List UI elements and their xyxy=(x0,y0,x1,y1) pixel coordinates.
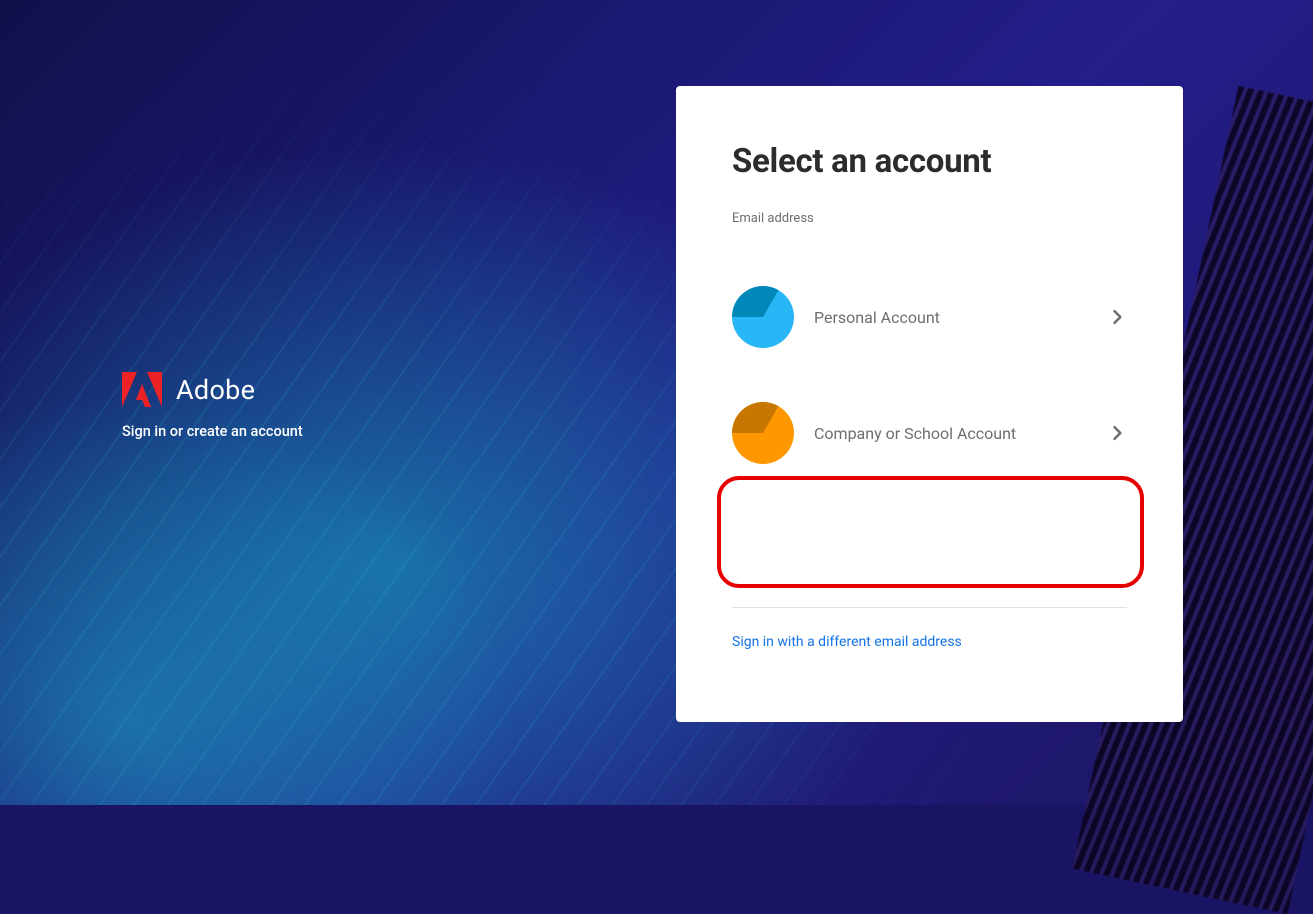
brand-name: Adobe xyxy=(176,374,255,406)
personal-account-icon xyxy=(732,286,794,348)
option-label: Company or School Account xyxy=(814,424,1087,443)
option-label: Personal Account xyxy=(814,308,1087,327)
option-personal-account[interactable]: Personal Account xyxy=(732,284,1127,350)
option-company-school-account[interactable]: Company or School Account xyxy=(732,400,1127,466)
card-title: Select an account xyxy=(732,142,1127,181)
account-options: Personal Account Company or School Accou… xyxy=(732,284,1127,466)
brand-tagline: Sign in or create an account xyxy=(122,423,303,440)
company-school-account-icon xyxy=(732,402,794,464)
chevron-right-icon xyxy=(1107,423,1127,443)
account-select-card: Select an account Email address Personal… xyxy=(676,86,1183,722)
different-email-link[interactable]: Sign in with a different email address xyxy=(732,634,1127,650)
chevron-right-icon xyxy=(1107,307,1127,327)
brand-row: Adobe xyxy=(122,372,303,407)
adobe-logo-icon xyxy=(122,372,162,407)
brand-panel: Adobe Sign in or create an account xyxy=(122,372,303,440)
card-subtitle: Email address xyxy=(732,211,1127,226)
divider xyxy=(732,607,1127,608)
